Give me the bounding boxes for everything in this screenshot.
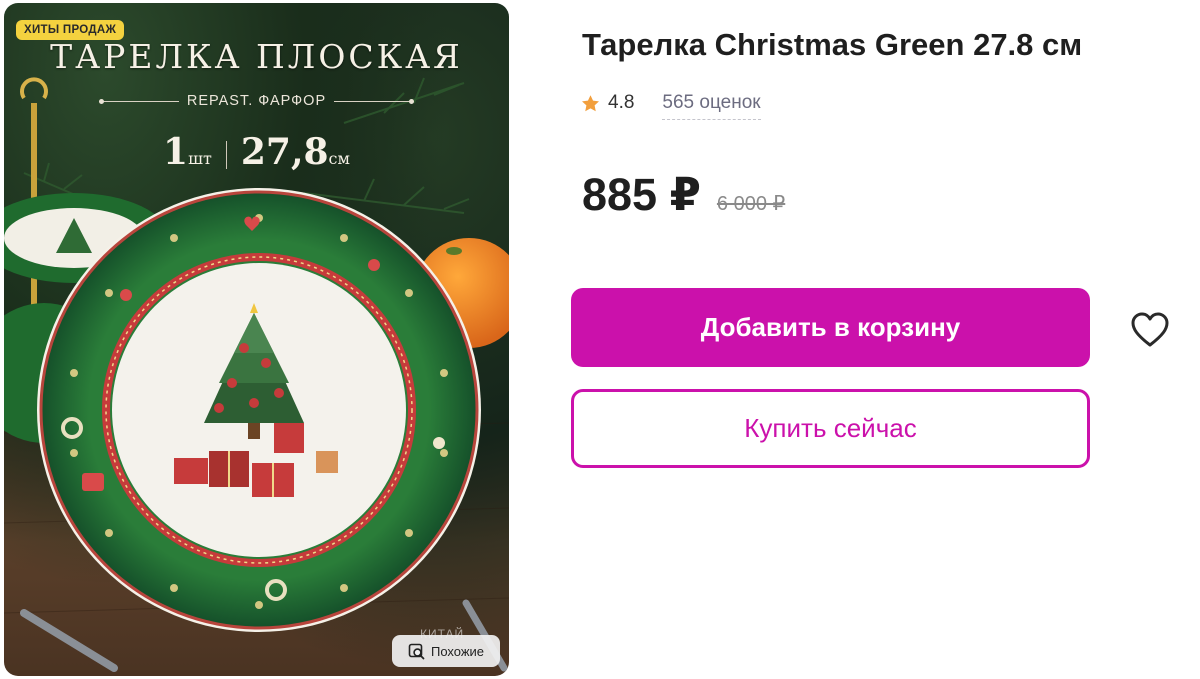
qty-unit: шт <box>188 149 212 168</box>
price-row: 885 ₽ 6 000 ₽ <box>582 168 785 221</box>
product-image[interactable]: ХИТЫ ПРОДАЖ ТАРЕЛКА ПЛОСКАЯ REPAST. ФАРФ… <box>4 3 509 676</box>
image-headline: ТАРЕЛКА ПЛОСКАЯ <box>50 37 463 76</box>
image-subline-text: REPAST. ФАРФОР <box>186 93 327 109</box>
buy-now-button[interactable]: Купить сейчас <box>571 389 1090 468</box>
size-separator <box>225 141 227 169</box>
image-subline: REPAST. ФАРФОР <box>4 93 509 109</box>
ornament-divider <box>334 98 415 104</box>
similar-label: Похожие <box>430 643 485 659</box>
product-title: Тарелка Christmas Green 27.8 см <box>582 27 1083 62</box>
image-size-info: 1шт 27,8см <box>4 131 509 173</box>
qty-number: 1 <box>163 131 189 173</box>
old-price: 6 000 ₽ <box>716 193 786 215</box>
similar-button[interactable]: Похожие <box>392 635 500 667</box>
add-to-cart-button[interactable]: Добавить в корзину <box>571 288 1090 367</box>
similar-search-icon <box>408 643 425 659</box>
current-price: 885 ₽ <box>582 169 701 220</box>
size-unit: см <box>328 149 350 168</box>
reviews-link[interactable]: 565 оценок <box>662 92 761 120</box>
star-icon <box>582 94 599 111</box>
heart-icon[interactable] <box>1129 310 1171 350</box>
rating-row: 4.8 565 оценок <box>580 89 761 120</box>
ornament-divider <box>98 98 179 104</box>
rating-value: 4.8 <box>608 92 635 113</box>
size-number: 27,8 <box>240 131 329 173</box>
